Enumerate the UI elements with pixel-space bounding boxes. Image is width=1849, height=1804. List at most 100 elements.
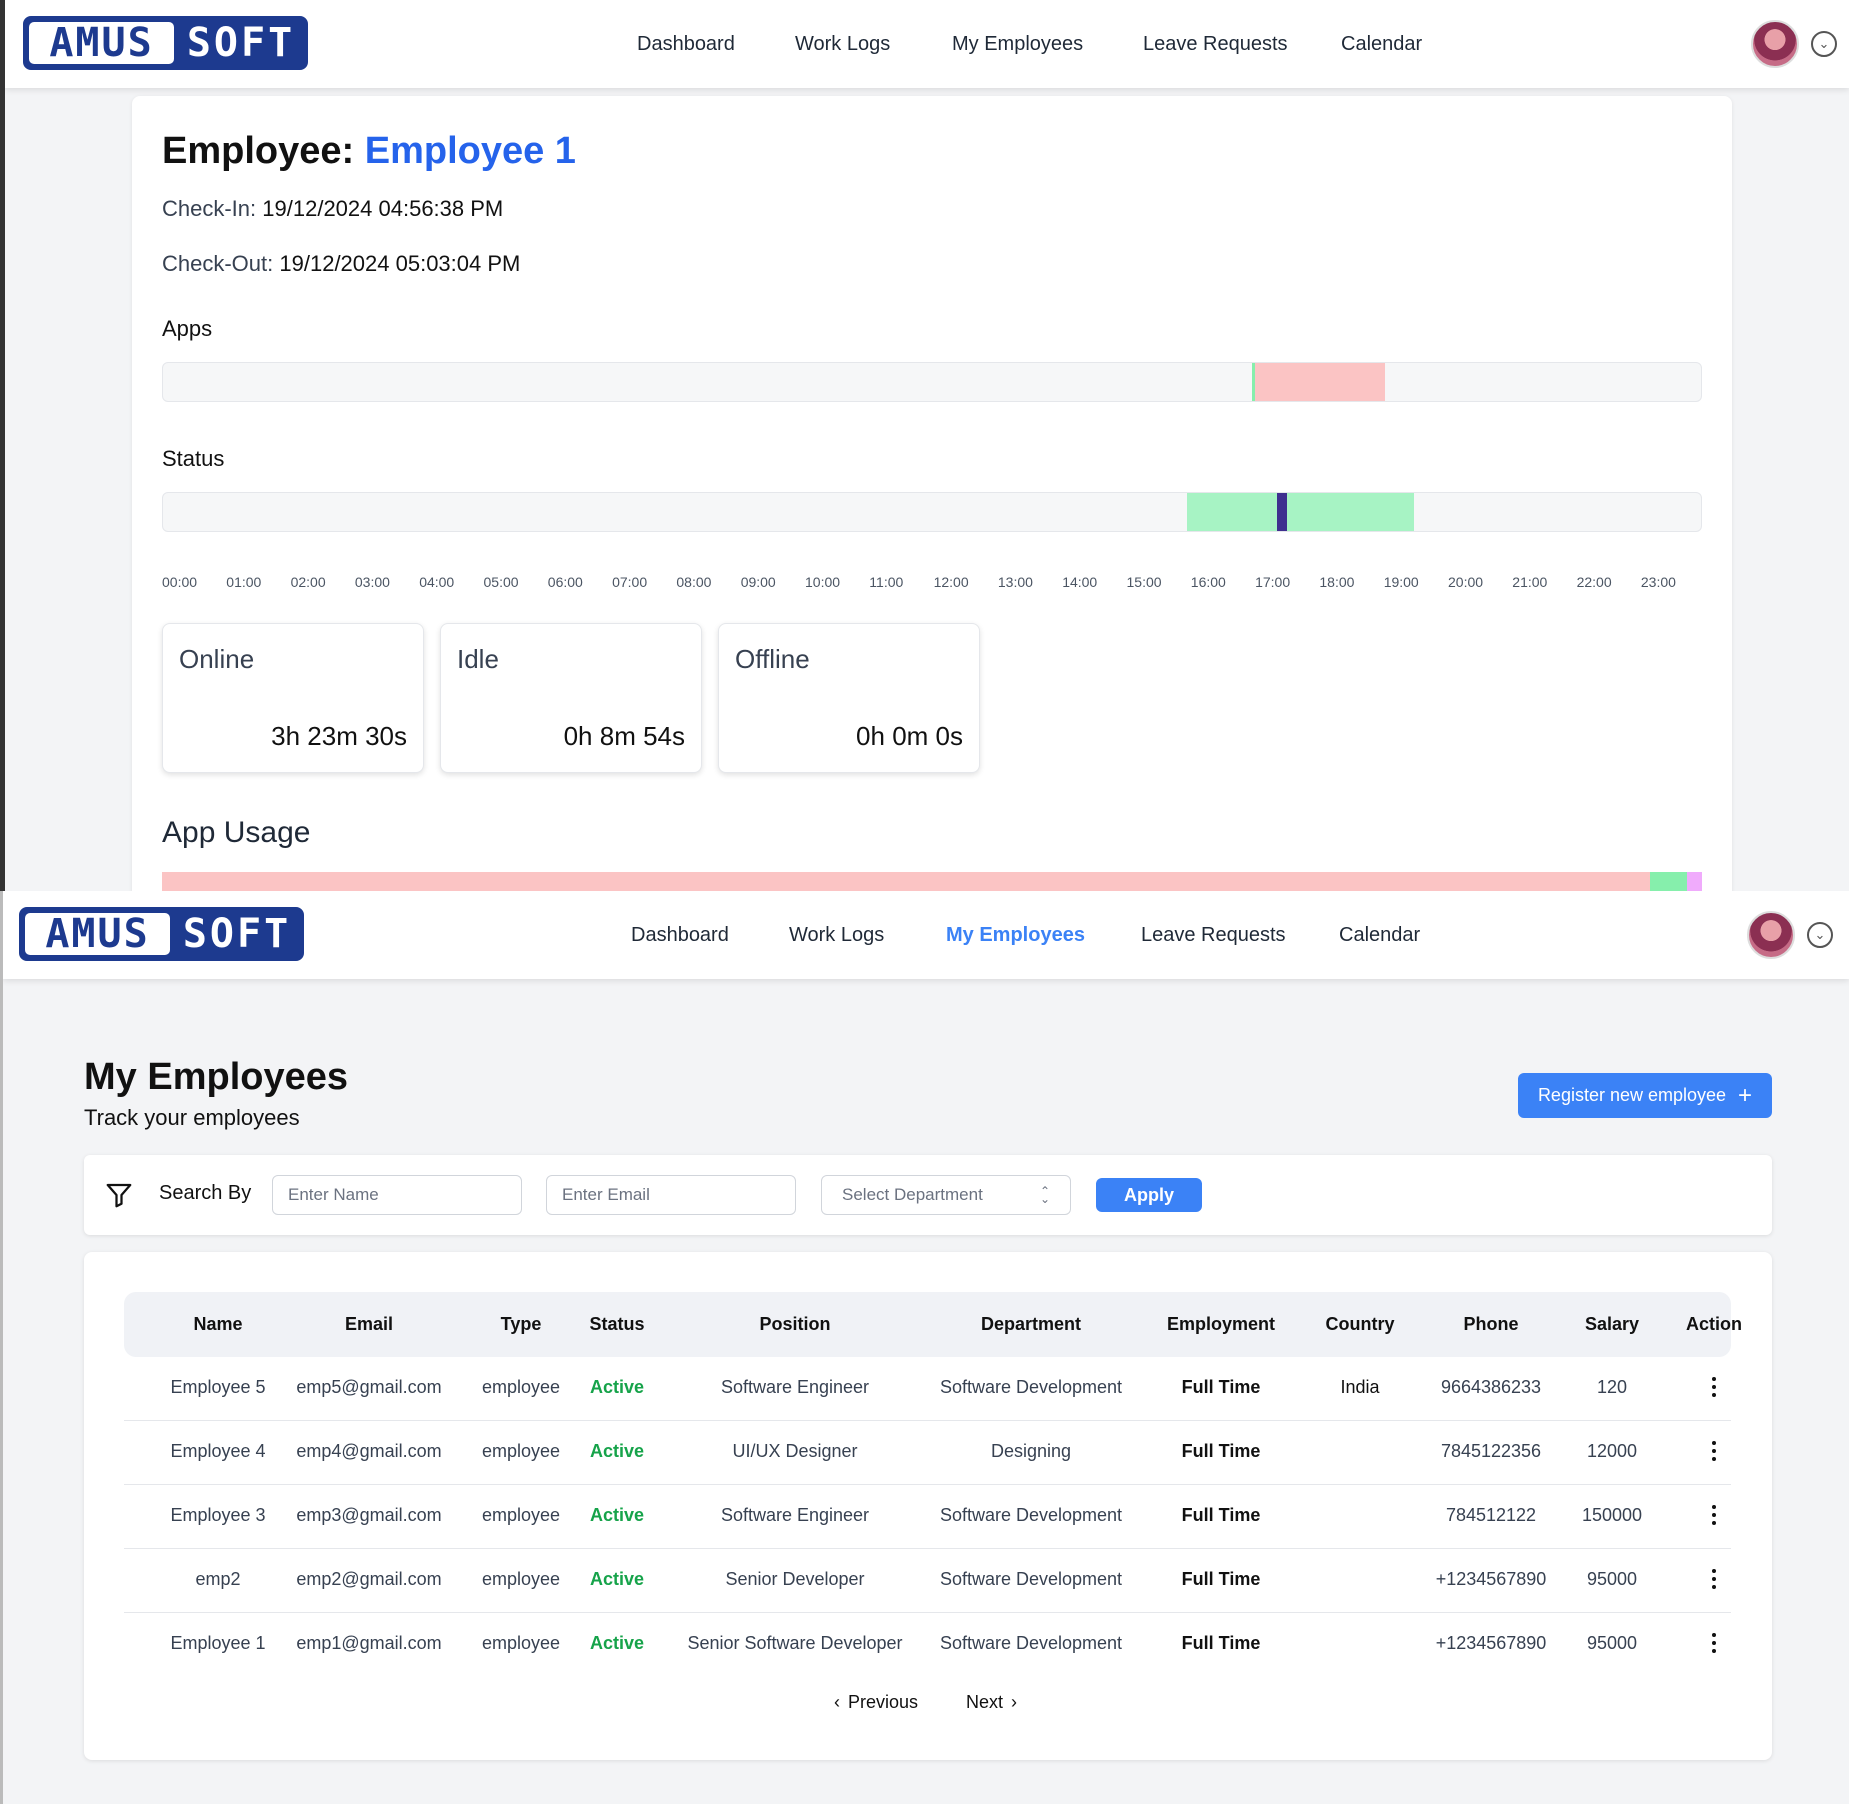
logo-text-left: AMUS	[25, 911, 170, 957]
cell-salary: 95000	[1586, 1633, 1638, 1653]
nav-dashboard[interactable]: Dashboard	[631, 924, 729, 947]
cell-type: employee	[481, 1569, 561, 1589]
next-label: Next	[966, 1692, 1004, 1712]
app-usage-bar[interactable]	[162, 872, 1702, 891]
status-label: Status	[162, 446, 225, 471]
nav-dashboard[interactable]: Dashboard	[637, 33, 735, 56]
app-usage-segment[interactable]	[1686, 872, 1702, 891]
previous-page-button[interactable]: ‹ Previous	[834, 1692, 918, 1713]
row-actions-icon[interactable]	[1704, 1503, 1724, 1527]
cell-name: Employee 5	[170, 1377, 266, 1397]
logo-text-right: SOFT	[186, 20, 296, 66]
hour-tick-label: 05:00	[483, 574, 519, 590]
status-segment[interactable]	[1276, 493, 1287, 531]
hour-tick-label: 02:00	[290, 574, 326, 590]
chevron-down-icon[interactable]: ⌄	[1811, 31, 1837, 57]
nav-my-employees[interactable]: My Employees	[952, 33, 1083, 56]
status-timeline[interactable]	[162, 492, 1702, 532]
cell-salary: 95000	[1586, 1569, 1638, 1589]
checkout-label: Check-Out:	[162, 251, 274, 276]
status-segment[interactable]	[1286, 493, 1414, 531]
cell-type: employee	[481, 1505, 561, 1525]
cell-email[interactable]: emp5@gmail.com	[296, 1377, 441, 1398]
cell-email[interactable]: emp4@gmail.com	[296, 1441, 441, 1462]
status-segment[interactable]	[1186, 493, 1277, 531]
checkout-value: 19/12/2024 05:03:04 PM	[279, 251, 521, 276]
department-select[interactable]: Select Department ⌃ ⌄	[821, 1175, 1071, 1215]
user-avatar[interactable]	[1751, 20, 1799, 68]
register-employee-button[interactable]: Register new employee +	[1518, 1073, 1772, 1118]
nav-work-logs[interactable]: Work Logs	[795, 33, 890, 56]
stat-label-online: Online	[179, 644, 255, 674]
chevron-right-icon: ›	[1011, 1692, 1018, 1712]
cell-department: Software Development	[939, 1505, 1123, 1525]
cell-position: Senior Software Developer	[687, 1633, 903, 1653]
cell-email[interactable]: emp2@gmail.com	[296, 1569, 441, 1590]
cell-employment: Full Time	[1181, 1569, 1261, 1589]
row-actions-icon[interactable]	[1704, 1375, 1724, 1399]
column-header-action: Action	[1686, 1314, 1742, 1334]
hour-tick-label: 03:00	[354, 574, 390, 590]
table-row[interactable]: Employee 4 emp4@gmail.com employee Active UI…	[124, 1421, 1731, 1485]
nav-calendar[interactable]: Calendar	[1339, 924, 1420, 947]
hour-tick-label: 00:00	[162, 574, 198, 590]
cell-type: employee	[481, 1441, 561, 1461]
hour-tick-label: 16:00	[1190, 574, 1226, 590]
table-row[interactable]: Employee 3 emp3@gmail.com employee Active So…	[124, 1485, 1731, 1549]
department-select-placeholder: Select Department	[842, 1185, 983, 1204]
name-search-input[interactable]	[272, 1175, 522, 1215]
nav-leave-requests[interactable]: Leave Requests	[1141, 924, 1286, 947]
app-usage-segment[interactable]	[162, 872, 1650, 891]
column-header-phone: Phone	[1463, 1314, 1519, 1334]
cell-employment: Full Time	[1181, 1441, 1261, 1461]
cell-department: Software Development	[939, 1377, 1123, 1397]
apps-timeline[interactable]	[162, 362, 1702, 402]
chevron-down-icon[interactable]: ⌄	[1807, 922, 1833, 948]
hour-tick-label: 10:00	[805, 574, 841, 590]
cell-name: emp2	[195, 1569, 241, 1589]
hour-tick-label: 04:00	[419, 574, 455, 590]
table-row[interactable]: emp2 emp2@gmail.com employee Active Senior D…	[124, 1549, 1731, 1613]
cell-salary: 12000	[1586, 1441, 1638, 1461]
search-by-label: Search By	[159, 1182, 252, 1204]
online-stat-card: Online 3h 23m 30s	[162, 623, 424, 773]
nav-work-logs[interactable]: Work Logs	[789, 924, 884, 947]
cell-email[interactable]: emp3@gmail.com	[296, 1505, 441, 1526]
cell-phone: +1234567890	[1435, 1633, 1547, 1653]
checkin-label: Check-In:	[162, 196, 257, 221]
nav-leave-requests[interactable]: Leave Requests	[1143, 33, 1288, 56]
page-subtitle: Track your employees	[84, 1105, 300, 1130]
cell-employment: Full Time	[1181, 1633, 1261, 1653]
cell-department: Software Development	[939, 1569, 1123, 1589]
employee-heading-prefix: Employee:	[162, 130, 355, 172]
amussoft-logo[interactable]: AMUS SOFT	[23, 16, 308, 70]
user-avatar[interactable]	[1747, 911, 1795, 959]
table-row[interactable]: Employee 5 emp5@gmail.com employee Active So…	[124, 1357, 1731, 1421]
cell-department: Software Development	[939, 1633, 1123, 1653]
nav-calendar[interactable]: Calendar	[1341, 33, 1422, 56]
apply-filter-button[interactable]: Apply	[1096, 1178, 1202, 1212]
row-actions-icon[interactable]	[1704, 1567, 1724, 1591]
cell-salary: 150000	[1581, 1505, 1643, 1525]
apps-label: Apps	[162, 316, 213, 341]
hour-tick-label: 01:00	[226, 574, 262, 590]
hour-tick-label: 12:00	[933, 574, 969, 590]
table-row[interactable]: Employee 1 emp1@gmail.com employee Active Se…	[124, 1613, 1731, 1677]
plus-icon: +	[1738, 1081, 1753, 1109]
next-page-button[interactable]: Next ›	[966, 1692, 1017, 1713]
hour-tick-label: 11:00	[869, 574, 904, 590]
email-search-input[interactable]	[546, 1175, 796, 1215]
nav-my-employees[interactable]: My Employees	[946, 924, 1085, 947]
stat-value-online: 3h 23m 30s	[271, 721, 407, 751]
cell-type: employee	[481, 1377, 561, 1397]
worklog-screen: AMUS SOFT Dashboard Work Logs My Employe…	[0, 0, 1849, 891]
table-header: Name Email Type Status Position Department Emp…	[124, 1292, 1742, 1357]
page-title: My Employees	[84, 1056, 348, 1098]
row-actions-icon[interactable]	[1704, 1439, 1724, 1463]
apps-segment[interactable]	[1254, 363, 1385, 401]
amussoft-logo[interactable]: AMUS SOFT	[19, 907, 304, 961]
row-actions-icon[interactable]	[1704, 1631, 1724, 1655]
app-usage-segment[interactable]	[1649, 872, 1687, 891]
hour-tick-label: 07:00	[612, 574, 648, 590]
cell-email[interactable]: emp1@gmail.com	[296, 1633, 441, 1654]
